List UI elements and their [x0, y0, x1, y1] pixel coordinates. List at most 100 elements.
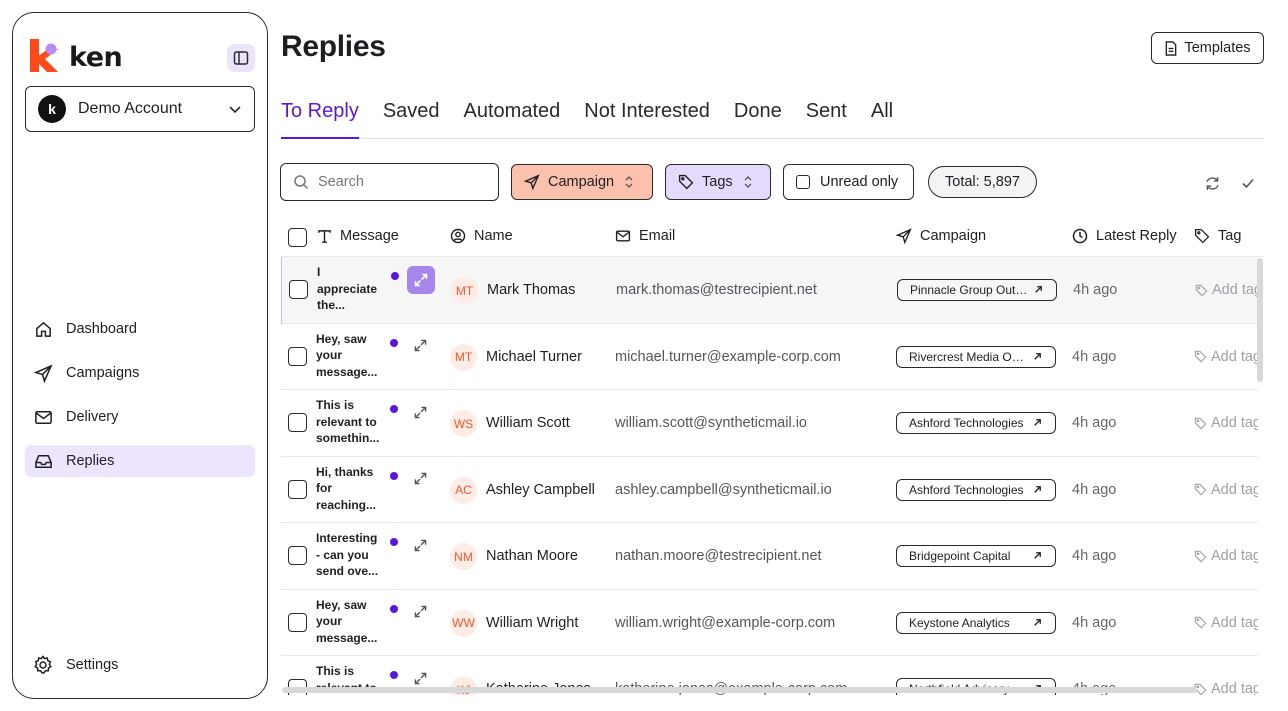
sidebar-item-campaigns[interactable]: Campaigns: [25, 357, 255, 389]
message-preview[interactable]: Hey, saw your message...: [316, 597, 384, 647]
sidebar-item-settings[interactable]: Settings: [33, 655, 118, 675]
campaign-link[interactable]: Bridgepoint Capital: [896, 545, 1056, 567]
add-tag-label: Add tag: [1212, 282, 1258, 298]
campaign-link[interactable]: Keystone Analytics: [896, 611, 1056, 634]
add-tag-button[interactable]: Add tag: [1194, 482, 1258, 498]
tab-sent[interactable]: Sent: [806, 98, 847, 139]
clock-icon: [1072, 228, 1088, 244]
contact-name[interactable]: William Wright: [486, 615, 578, 631]
tab-to-reply[interactable]: To Reply: [281, 98, 359, 139]
add-tag-button[interactable]: Add tag: [1194, 349, 1258, 365]
vertical-scrollbar[interactable]: [1257, 258, 1263, 382]
tab-saved[interactable]: Saved: [383, 98, 440, 139]
contact-name[interactable]: Mark Thomas: [487, 282, 575, 298]
message-line: This is: [316, 398, 355, 412]
search-box[interactable]: [280, 163, 499, 201]
column-message[interactable]: Message: [317, 228, 399, 244]
contact-email[interactable]: william.scott@syntheticmail.io: [615, 415, 807, 431]
campaign-link[interactable]: Rivercrest Media Outreach: [896, 345, 1056, 368]
message-preview[interactable]: Hey, saw your message...: [316, 331, 384, 381]
table-row[interactable]: Hi, thanks for reaching... AC Ashley Campbel…: [281, 457, 1258, 523]
campaign-link[interactable]: Ashford Technologies: [896, 478, 1056, 501]
column-latest-reply[interactable]: Latest Reply: [1072, 228, 1177, 244]
add-tag-button[interactable]: Add tag: [1194, 615, 1258, 631]
expand-icon[interactable]: [410, 402, 430, 422]
add-tag-button[interactable]: Add tag: [1194, 415, 1258, 431]
expand-icon[interactable]: [410, 336, 430, 356]
send-icon: [33, 363, 53, 383]
message-preview[interactable]: Hi, thanks for reaching...: [316, 464, 384, 514]
contact-email[interactable]: mark.thomas@testrecipient.net: [616, 282, 817, 298]
avatar: MT: [450, 343, 477, 371]
table-row[interactable]: This is relevant to somethin... WS William S…: [281, 390, 1258, 457]
row-checkbox[interactable]: [289, 280, 308, 299]
expand-icon[interactable]: [410, 668, 430, 688]
column-email[interactable]: Email: [615, 228, 675, 244]
table-row[interactable]: Interesting - can you send ove... NM Nathan …: [281, 523, 1258, 590]
contact-name[interactable]: Nathan Moore: [486, 548, 578, 564]
message-line: the...: [317, 298, 346, 313]
contact-email[interactable]: nathan.moore@testrecipient.net: [615, 548, 822, 564]
sidebar-item-delivery[interactable]: Delivery: [25, 401, 255, 433]
campaign-name: Keystone Analytics: [909, 615, 1010, 630]
check-icon[interactable]: [1238, 173, 1258, 193]
expand-icon[interactable]: [410, 535, 430, 555]
campaign-filter-button[interactable]: Campaign: [511, 164, 653, 200]
sidebar-toggle-icon: [233, 51, 249, 65]
external-link-icon: [1034, 352, 1041, 360]
tab-done[interactable]: Done: [734, 98, 782, 139]
row-checkbox[interactable]: [288, 612, 307, 632]
tag-icon: [1194, 228, 1210, 244]
add-tag-button[interactable]: Add tag: [1194, 548, 1258, 564]
select-all-checkbox[interactable]: [288, 228, 307, 247]
collapse-sidebar-button[interactable]: [227, 44, 255, 72]
tags-filter-button[interactable]: Tags: [665, 164, 771, 200]
row-checkbox[interactable]: [288, 546, 307, 565]
horizontal-scrollbar[interactable]: [282, 687, 1197, 693]
chevron-down-icon: [229, 106, 241, 114]
unread-only-toggle[interactable]: Unread only: [783, 164, 914, 200]
message-preview[interactable]: This is relevant to somethin...: [316, 397, 384, 447]
column-label: Campaign: [920, 228, 987, 244]
row-checkbox[interactable]: [288, 413, 307, 432]
templates-button[interactable]: Templates: [1151, 32, 1264, 64]
sidebar-item-dashboard[interactable]: Dashboard: [25, 313, 255, 345]
column-name[interactable]: Name: [450, 228, 513, 244]
contact-email[interactable]: ashley.campbell@syntheticmail.io: [615, 482, 832, 498]
ken-logo[interactable]: ken: [29, 39, 123, 72]
message-preview[interactable]: Interesting - can you send ove...: [316, 530, 384, 580]
campaign-link[interactable]: Pinnacle Group Outreach: [897, 279, 1057, 301]
search-input[interactable]: [318, 174, 488, 190]
contact-email[interactable]: william.wright@example-corp.com: [615, 615, 835, 631]
add-tag-button[interactable]: Add tag: [1195, 282, 1258, 298]
tag-icon: [1195, 284, 1208, 296]
contact-name[interactable]: Ashley Campbell: [486, 482, 595, 498]
tag-icon: [1194, 417, 1207, 429]
contact-email[interactable]: michael.turner@example-corp.com: [615, 349, 841, 365]
contact-name[interactable]: William Scott: [486, 415, 570, 431]
account-switcher[interactable]: k Demo Account: [25, 86, 255, 132]
message-preview[interactable]: Iappreciate the...: [317, 264, 385, 314]
table-row[interactable]: Hey, saw your message... WW William Wright wi…: [281, 590, 1258, 656]
logo-mark-icon: [29, 39, 61, 72]
add-tag-button[interactable]: Add tag: [1194, 681, 1258, 695]
expand-icon[interactable]: [407, 266, 435, 294]
expand-icon[interactable]: [410, 602, 430, 622]
contact-name[interactable]: Michael Turner: [486, 349, 582, 365]
row-checkbox[interactable]: [288, 479, 307, 499]
tab-all[interactable]: All: [871, 98, 893, 139]
row-checkbox[interactable]: [288, 346, 307, 366]
unread-only-checkbox[interactable]: [796, 175, 810, 189]
expand-icon[interactable]: [410, 469, 430, 489]
column-campaign[interactable]: Campaign: [896, 228, 986, 244]
message-line: reaching...: [316, 497, 377, 512]
campaign-link[interactable]: Ashford Technologies: [896, 412, 1056, 434]
tab-not-interested[interactable]: Not Interested: [584, 98, 710, 139]
tab-automated[interactable]: Automated: [464, 98, 561, 139]
table-row[interactable]: Iappreciate the... MT Mark Thomas mark.thoma…: [281, 257, 1258, 324]
column-tag[interactable]: Tag: [1194, 228, 1241, 244]
table-row[interactable]: Hey, saw your message... MT Michael Turner mi…: [281, 324, 1258, 390]
sidebar-item-replies[interactable]: Replies: [25, 445, 255, 477]
tag-icon: [1194, 550, 1207, 562]
refresh-icon[interactable]: [1202, 173, 1222, 193]
